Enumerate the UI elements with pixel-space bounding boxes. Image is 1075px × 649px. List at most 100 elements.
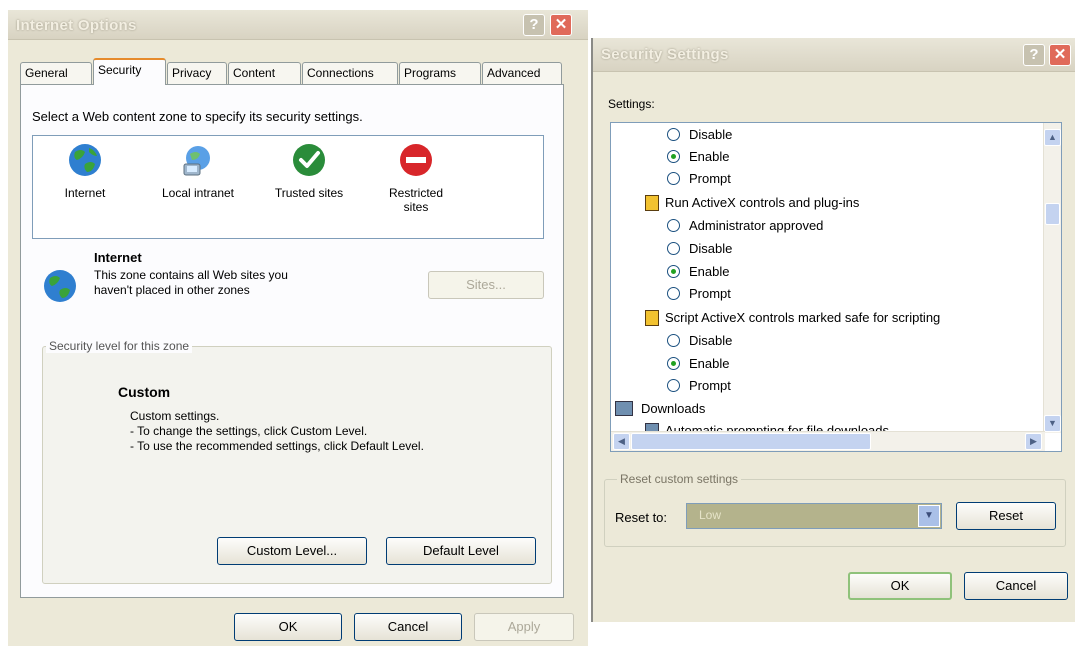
option-label: Enable [689, 264, 730, 279]
option-label: Administrator approved [689, 218, 824, 233]
option-row[interactable]: Enable [667, 354, 729, 374]
chevron-down-icon[interactable]: ▼ [918, 505, 940, 527]
security-level-desc: - To change the settings, click Custom L… [130, 424, 368, 438]
scroll-left-icon[interactable]: ◀ [613, 433, 630, 450]
apply-button[interactable]: Apply [474, 613, 574, 641]
option-label: Enable [689, 356, 730, 371]
option-row[interactable]: Enable [667, 147, 729, 167]
settings-label: Settings: [608, 97, 655, 111]
selected-zone-description: haven't placed in other zones [94, 283, 250, 297]
security-level-desc: Custom settings. [130, 409, 220, 423]
radio-button[interactable] [667, 334, 680, 347]
zone-internet[interactable]: Internet [55, 142, 115, 200]
scroll-right-icon[interactable]: ▶ [1025, 433, 1042, 450]
tab-security[interactable]: Security [93, 58, 166, 85]
zone-label: Local intranet [161, 186, 235, 200]
category-row: Downloads [615, 399, 705, 419]
zone-restricted-sites[interactable]: Restricted sites [376, 142, 456, 214]
settings-list[interactable]: Disable Enable Prompt Run ActiveX contro… [610, 122, 1062, 452]
radio-button[interactable] [667, 357, 680, 370]
cancel-button[interactable]: Cancel [354, 613, 462, 641]
close-button[interactable]: ✕ [1049, 44, 1071, 66]
option-row[interactable]: Prompt [667, 169, 731, 189]
option-row[interactable]: Enable [667, 262, 729, 282]
selected-zone-description: This zone contains all Web sites you [94, 268, 288, 282]
option-row[interactable]: Disable [667, 331, 732, 351]
vertical-scrollbar[interactable]: ▲ ▼ [1043, 123, 1061, 433]
radio-button[interactable] [667, 219, 680, 232]
cancel-button[interactable]: Cancel [964, 572, 1068, 600]
reset-to-label: Reset to: [615, 510, 668, 525]
option-label: Disable [689, 333, 733, 348]
radio-button[interactable] [667, 379, 680, 392]
zone-trusted-sites[interactable]: Trusted sites [264, 142, 354, 200]
security-settings-titlebar[interactable]: Security Settings ? ✕ [593, 38, 1075, 72]
security-level-desc: - To use the recommended settings, click… [130, 439, 424, 453]
downloads-icon [615, 401, 633, 416]
globe-icon [67, 142, 103, 178]
option-label: Prompt [689, 286, 731, 301]
option-label: Disable [689, 127, 733, 142]
reset-legend: Reset custom settings [617, 472, 742, 486]
help-button[interactable]: ? [523, 14, 545, 36]
radio-button[interactable] [667, 287, 680, 300]
tab-programs[interactable]: Programs [399, 62, 481, 84]
activex-icon [645, 195, 659, 211]
scroll-up-icon[interactable]: ▲ [1044, 129, 1061, 146]
tab-advanced[interactable]: Advanced [482, 62, 562, 84]
ok-button[interactable]: OK [848, 572, 952, 600]
selected-zone-name: Internet [94, 250, 142, 265]
scroll-down-icon[interactable]: ▼ [1044, 415, 1061, 432]
custom-level-button[interactable]: Custom Level... [217, 537, 367, 565]
option-row[interactable]: Prompt [667, 284, 731, 304]
zone-label: Trusted sites [274, 186, 344, 200]
radio-button[interactable] [667, 172, 680, 185]
radio-button[interactable] [667, 128, 680, 141]
option-label: Prompt [689, 378, 731, 393]
security-level-name: Custom [118, 384, 171, 400]
option-label: Enable [689, 149, 730, 164]
setting-header-label: Script ActiveX controls marked safe for … [665, 310, 941, 325]
option-row[interactable]: Disable [667, 125, 732, 145]
internet-options-titlebar[interactable]: Internet Options ? ✕ [8, 10, 588, 40]
close-button[interactable]: ✕ [550, 14, 572, 36]
zone-instructions: Select a Web content zone to specify its… [32, 109, 363, 124]
setting-header: Run ActiveX controls and plug-ins [645, 193, 859, 213]
tab-content[interactable]: Content [228, 62, 301, 84]
activex-icon [645, 310, 659, 326]
selected-zone-info: Internet This zone contains all Web site… [42, 250, 362, 310]
zone-label: Internet [64, 186, 106, 200]
option-label: Disable [689, 241, 733, 256]
setting-header: Script ActiveX controls marked safe for … [645, 308, 940, 328]
security-level-legend: Security level for this zone [46, 339, 193, 353]
reset-button[interactable]: Reset [956, 502, 1056, 530]
help-button[interactable]: ? [1023, 44, 1045, 66]
window-title: Internet Options [16, 17, 137, 34]
option-label: Prompt [689, 171, 731, 186]
reset-to-dropdown[interactable]: Low ▼ [686, 503, 942, 529]
radio-button[interactable] [667, 150, 680, 163]
tab-privacy[interactable]: Privacy [167, 62, 227, 84]
tab-general[interactable]: General [20, 62, 92, 84]
intranet-icon [180, 142, 216, 178]
horizontal-scrollbar[interactable]: ◀ ▶ [611, 431, 1045, 451]
option-row[interactable]: Prompt [667, 376, 731, 396]
option-row[interactable]: Disable [667, 239, 732, 259]
scroll-thumb[interactable] [1045, 203, 1060, 225]
zone-local-intranet[interactable]: Local intranet [148, 142, 248, 200]
scroll-thumb[interactable] [631, 433, 871, 450]
radio-button[interactable] [667, 242, 680, 255]
sites-button[interactable]: Sites... [428, 271, 544, 299]
window-title: Security Settings [601, 46, 729, 63]
tab-connections[interactable]: Connections [302, 62, 398, 84]
ok-button[interactable]: OK [234, 613, 342, 641]
radio-button[interactable] [667, 265, 680, 278]
no-entry-icon [398, 142, 434, 178]
zone-list: Internet Local intranet Trusted sites Re… [32, 135, 544, 239]
globe-icon [42, 268, 78, 304]
category-label: Downloads [641, 401, 706, 416]
default-level-button[interactable]: Default Level [386, 537, 536, 565]
zone-label: Restricted sites [388, 186, 444, 214]
option-row[interactable]: Administrator approved [667, 216, 823, 236]
setting-header-label: Run ActiveX controls and plug-ins [665, 195, 860, 210]
